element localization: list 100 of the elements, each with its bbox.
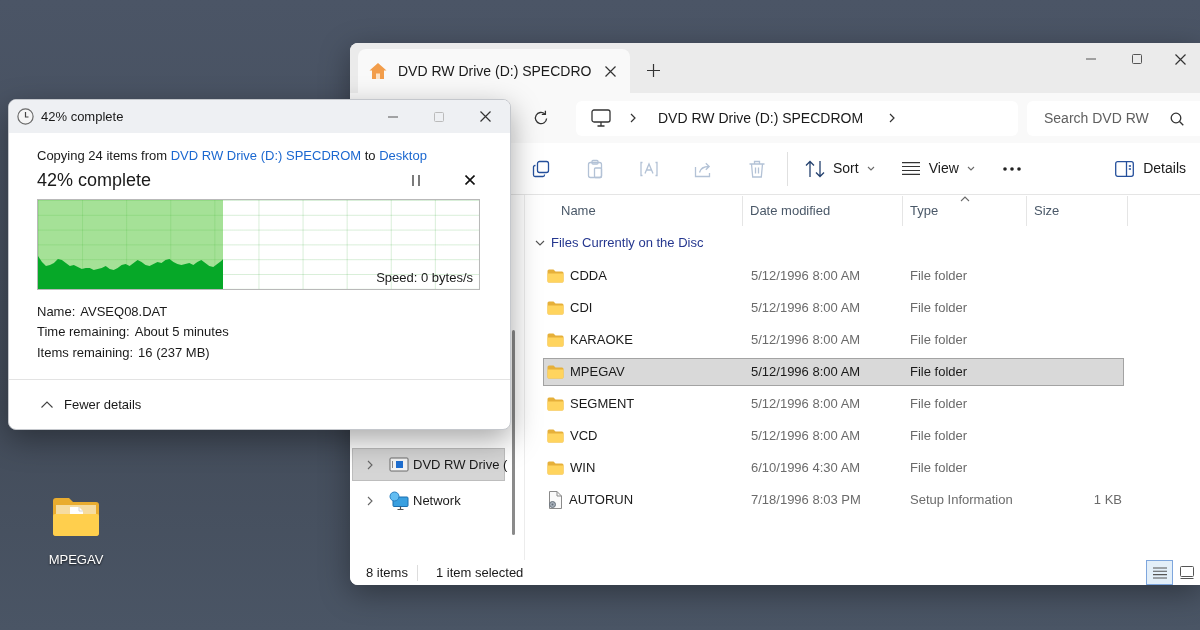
maximize-icon[interactable] (1132, 54, 1142, 64)
fewer-details-button[interactable]: Fewer details (41, 394, 142, 415)
caret-icon (866, 166, 875, 171)
nav-item[interactable]: Network (352, 484, 505, 517)
folder-icon (547, 429, 564, 443)
file-type: File folder (910, 428, 968, 444)
folder-icon (547, 397, 564, 411)
refresh-icon[interactable] (533, 110, 549, 126)
file-row[interactable]: MPEGAV 5/12/1996 8:00 AM File folder (543, 358, 1124, 386)
file-name: KARAOKE (570, 331, 633, 350)
file-row[interactable]: SEGMENT 5/12/1996 8:00 AM File folder (543, 390, 1124, 418)
detail-value: AVSEQ08.DAT (80, 302, 168, 321)
date-modified: 5/12/1996 8:00 AM (751, 428, 861, 444)
folder-icon (547, 269, 564, 283)
list-lines-icon (1152, 566, 1167, 579)
file-type: File folder (910, 396, 968, 412)
folder-icon (547, 301, 564, 315)
date-modified: 6/10/1996 4:30 AM (751, 460, 861, 476)
close-icon[interactable] (1174, 53, 1186, 65)
column-header[interactable]: Name (543, 196, 743, 226)
file-type: File folder (910, 300, 968, 316)
tab[interactable]: DVD RW Drive (D:) SPECDRO (358, 49, 630, 93)
search-icon[interactable] (1170, 111, 1184, 126)
search-field[interactable]: Search DVD RW (1027, 100, 1200, 136)
file-type: File folder (910, 268, 968, 284)
column-header[interactable]: Date modified (743, 196, 903, 226)
up-down-arrows-icon (805, 159, 825, 178)
details-button[interactable]: Details (1115, 150, 1186, 187)
progress-heading: 42% complete (37, 168, 152, 192)
file-row[interactable]: CDI 5/12/1996 8:00 AM File folder (543, 294, 1124, 322)
chevron-right-icon[interactable] (889, 113, 896, 123)
file-size: 1 KB (1093, 491, 1122, 510)
breadcrumb[interactable]: DVD RW Drive (D:) SPECDROM (658, 107, 864, 129)
folder-icon (547, 365, 564, 379)
detail-value: About 5 minutes (134, 323, 229, 341)
caret-icon (966, 166, 975, 171)
window-icon (1179, 566, 1194, 579)
file-row[interactable]: VCD 5/12/1996 8:00 AM File folder (543, 422, 1124, 450)
more-icon[interactable] (1002, 166, 1021, 171)
column-header[interactable]: Type (903, 196, 1027, 226)
file-type: File folder (910, 364, 968, 380)
lines-icon (900, 162, 921, 175)
detail-label: Items remaining: (37, 343, 134, 362)
address-field[interactable]: DVD RW Drive (D:) SPECDROM (576, 100, 1018, 136)
copy-summary: Copying 24 items from DVD RW Drive (D:) SPECDROM to Desktop (37, 147, 428, 164)
file-name: CDDA (570, 267, 607, 286)
plus-icon[interactable] (647, 64, 660, 77)
file-row[interactable]: AUTORUN 7/18/1996 8:03 PM Setup Information 1 KB (543, 486, 1124, 514)
group-header[interactable]: Files Currently on the Disc (535, 228, 710, 258)
clock-icon (17, 108, 34, 125)
view-button[interactable]: View (893, 150, 982, 187)
file-name: VCD (570, 427, 598, 446)
folder-icon (547, 461, 564, 475)
detail-label: Time remaining: (37, 323, 130, 341)
pause-icon[interactable] (412, 174, 420, 186)
chevron-right-icon[interactable] (367, 495, 373, 506)
monitor-icon (591, 109, 611, 127)
file-name: WIN (570, 459, 596, 478)
home-icon (368, 61, 388, 81)
desktop-icon-label[interactable]: MPEGAV (48, 550, 104, 570)
side-panel-icon (1115, 160, 1135, 177)
column-header[interactable]: Size (1027, 196, 1128, 226)
network-monitor-icon (389, 491, 409, 510)
chevron-right-icon[interactable] (630, 113, 636, 123)
file-name: SEGMENT (570, 395, 635, 414)
close-icon[interactable] (479, 111, 491, 122)
file-name: CDI (570, 299, 593, 318)
caret-up-icon (41, 401, 53, 408)
file-type: File folder (910, 460, 968, 476)
disc-drive-icon (389, 455, 409, 474)
link[interactable]: DVD RW Drive (D:) SPECDROM (170, 148, 362, 163)
file-type: File folder (910, 332, 968, 348)
date-modified: 5/12/1996 8:00 AM (751, 300, 861, 316)
link[interactable]: Desktop (379, 148, 427, 163)
close-icon[interactable] (605, 65, 616, 77)
scrollbar-thumb[interactable] (512, 330, 515, 535)
copy-icon[interactable] (531, 158, 551, 179)
chevron-down-icon (535, 240, 545, 246)
date-modified: 5/12/1996 8:00 AM (751, 364, 861, 380)
settings-file-icon (547, 491, 563, 509)
detail-value: 16 (237 MB) (138, 343, 210, 362)
file-type: Setup Information (910, 492, 1013, 508)
detail-label: Name: (37, 302, 76, 321)
file-row[interactable]: WIN 6/10/1996 4:30 AM File folder (543, 454, 1124, 482)
sort-button[interactable]: Sort (798, 150, 882, 187)
file-name: MPEGAV (570, 363, 625, 382)
sort-caret-icon (960, 196, 970, 202)
date-modified: 5/12/1996 8:00 AM (751, 332, 861, 348)
nav-item[interactable]: DVD RW Drive ( (352, 448, 505, 481)
speed-label: Speed: 0 bytes/s (376, 268, 473, 287)
close-icon[interactable] (465, 175, 475, 185)
item-count: 8 items (366, 563, 408, 582)
selection-count: 1 item selected (435, 563, 524, 582)
folder-icon (547, 333, 564, 347)
file-row[interactable]: KARAOKE 5/12/1996 8:00 AM File folder (543, 326, 1124, 354)
file-row[interactable]: CDDA 5/12/1996 8:00 AM File folder (543, 262, 1124, 290)
dialog-title: 42% complete (41, 107, 124, 126)
folder-icon[interactable] (52, 497, 100, 537)
date-modified: 5/12/1996 8:00 AM (751, 268, 861, 284)
details-view-button[interactable] (1146, 560, 1173, 585)
